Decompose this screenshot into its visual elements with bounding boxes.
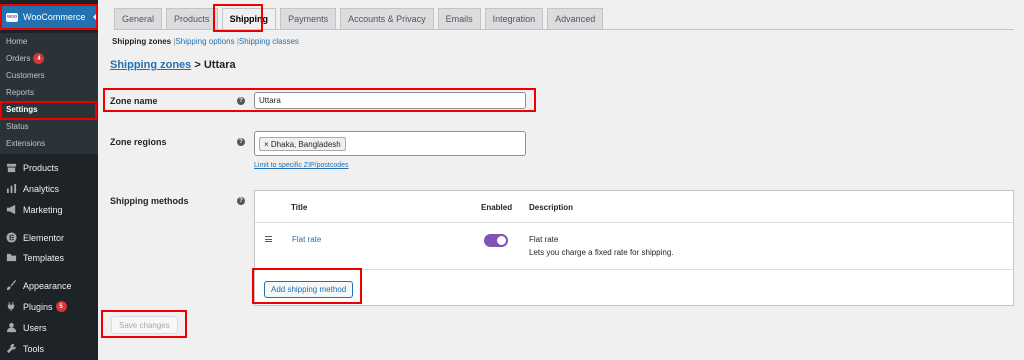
archive-icon xyxy=(6,162,17,173)
sidebar-item-label: Tools xyxy=(23,343,45,354)
sidebar-item-label: Elementor xyxy=(23,232,65,243)
orders-count-badge: 4 xyxy=(33,53,45,64)
tab-advanced[interactable]: Advanced xyxy=(547,8,604,30)
plugins-update-badge: 5 xyxy=(55,301,67,312)
bar-chart-icon xyxy=(6,183,17,194)
shipping-methods-table: Title Enabled Description Flat rate Flat… xyxy=(254,190,1014,306)
settings-tabs: General Products Shipping Payments Accou… xyxy=(114,8,607,30)
admin-sidebar: woo WooCommerce Home Orders 4 Customers R… xyxy=(0,0,98,360)
tab-shipping[interactable]: Shipping xyxy=(221,8,277,30)
elementor-icon xyxy=(6,232,17,243)
current-menu-arrow-icon xyxy=(93,12,98,22)
submenu-item-orders[interactable]: Orders 4 xyxy=(6,53,45,64)
flat-rate-enabled-toggle[interactable] xyxy=(484,234,508,247)
breadcrumb-current: Uttara xyxy=(203,59,236,71)
column-header-enabled: Enabled xyxy=(481,203,513,212)
flat-rate-link[interactable]: Flat rate xyxy=(292,235,321,244)
submenu-item-status[interactable]: Status xyxy=(6,122,29,131)
sidebar-item-marketing[interactable]: Marketing xyxy=(6,204,63,215)
woocommerce-logo-icon: woo xyxy=(6,12,18,22)
sidebar-item-label: Marketing xyxy=(23,204,63,215)
flat-rate-description-text: Lets you charge a fixed rate for shippin… xyxy=(529,248,674,257)
zone-regions-help-icon[interactable]: ? xyxy=(237,138,245,146)
breadcrumb: Shipping zones > Uttara xyxy=(110,59,236,71)
row-divider xyxy=(255,222,1013,223)
subnav-shipping-zones[interactable]: Shipping zones xyxy=(112,37,171,46)
sidebar-item-tools[interactable]: Tools xyxy=(6,343,44,354)
zone-regions-label: Zone regions xyxy=(110,137,167,147)
submenu-label: Reports xyxy=(6,88,35,97)
tab-products[interactable]: Products xyxy=(166,8,218,30)
tab-accounts-privacy[interactable]: Accounts & Privacy xyxy=(340,8,434,30)
zone-name-label: Zone name xyxy=(110,96,158,106)
sidebar-item-appearance[interactable]: Appearance xyxy=(6,280,72,291)
sidebar-item-label: Templates xyxy=(23,252,65,263)
save-changes-button[interactable]: Save changes xyxy=(111,316,178,334)
breadcrumb-shipping-zones-link[interactable]: Shipping zones xyxy=(110,59,191,71)
megaphone-icon xyxy=(6,204,17,215)
region-chip[interactable]: × Dhaka, Bangladesh xyxy=(259,137,346,151)
add-shipping-method-button[interactable]: Add shipping method xyxy=(264,281,354,298)
tab-emails[interactable]: Emails xyxy=(437,8,481,30)
user-icon xyxy=(6,322,17,333)
zone-regions-select[interactable]: × Dhaka, Bangladesh xyxy=(254,131,526,156)
woocommerce-submenu: Home Orders 4 Customers Reports Settings … xyxy=(0,33,98,154)
sidebar-item-plugins[interactable]: Plugins 5 xyxy=(6,301,67,312)
submenu-label: Settings xyxy=(6,105,38,114)
submenu-item-reports[interactable]: Reports xyxy=(6,88,34,97)
column-header-title: Title xyxy=(291,203,308,212)
submenu-label: Orders xyxy=(6,54,31,63)
paintbrush-icon xyxy=(6,280,17,291)
sidebar-item-templates[interactable]: Templates xyxy=(6,252,64,263)
submenu-label: Status xyxy=(6,122,29,131)
submenu-item-home[interactable]: Home xyxy=(6,37,27,46)
shipping-methods-label: Shipping methods xyxy=(110,196,189,206)
sidebar-item-label: Plugins xyxy=(23,301,53,312)
tabs-divider xyxy=(114,29,1014,30)
tab-integration[interactable]: Integration xyxy=(484,8,544,30)
wrench-icon xyxy=(6,343,17,354)
row-divider xyxy=(255,269,1013,270)
sidebar-item-label: Products xyxy=(23,162,59,173)
sidebar-item-label: Analytics xyxy=(23,183,60,194)
sidebar-item-label: WooCommerce xyxy=(23,12,86,22)
breadcrumb-separator: > xyxy=(194,59,201,71)
sidebar-item-label: Users xyxy=(23,322,47,333)
sidebar-item-woocommerce[interactable]: woo WooCommerce xyxy=(0,5,98,29)
submenu-item-customers[interactable]: Customers xyxy=(6,71,45,80)
zone-name-input[interactable] xyxy=(254,92,526,109)
tab-payments[interactable]: Payments xyxy=(280,8,337,30)
limit-zip-postcodes-link[interactable]: Limit to specific ZIP/postcodes xyxy=(254,162,349,169)
zone-name-help-icon[interactable]: ? xyxy=(237,97,245,105)
tab-general[interactable]: General xyxy=(114,8,163,30)
submenu-item-extensions[interactable]: Extensions xyxy=(6,139,45,148)
submenu-label: Customers xyxy=(6,71,45,80)
sidebar-item-label: Appearance xyxy=(23,280,72,291)
flat-rate-description-title: Flat rate xyxy=(529,235,559,244)
column-header-description: Description xyxy=(529,203,574,212)
sidebar-item-analytics[interactable]: Analytics xyxy=(6,183,59,194)
sidebar-item-elementor[interactable]: Elementor xyxy=(6,232,64,243)
submenu-label: Extensions xyxy=(6,139,46,148)
submenu-label: Home xyxy=(6,37,28,46)
shipping-subnav: Shipping zones |Shipping options |Shippi… xyxy=(112,37,299,46)
subnav-shipping-classes[interactable]: Shipping classes xyxy=(239,37,299,46)
submenu-item-settings[interactable]: Settings xyxy=(6,105,38,114)
plug-icon xyxy=(6,301,17,312)
subnav-shipping-options[interactable]: Shipping options xyxy=(175,37,234,46)
shipping-methods-help-icon[interactable]: ? xyxy=(237,197,245,205)
drag-handle-icon[interactable] xyxy=(265,236,272,242)
sidebar-item-products[interactable]: Products xyxy=(6,162,59,173)
folder-icon xyxy=(6,252,17,263)
sidebar-item-users[interactable]: Users xyxy=(6,322,47,333)
